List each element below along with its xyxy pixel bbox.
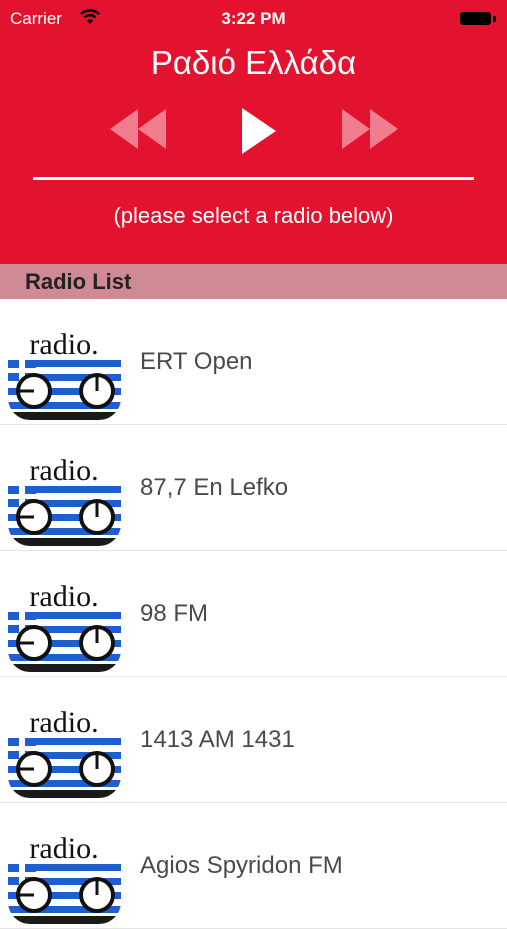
app-title: Ραδιό Ελλάδα: [150, 44, 357, 81]
rewind-icon[interactable]: [108, 106, 168, 152]
icon-text: radio.: [29, 454, 98, 487]
radio-app-icon: radio.: [8, 556, 121, 672]
radio-name: Agios Spyridon FM: [140, 852, 343, 879]
battery-icon: [460, 12, 491, 25]
progress-bar[interactable]: [33, 177, 474, 180]
list-item[interactable]: radio. 87,7 En Lefko: [0, 425, 507, 551]
list-item[interactable]: radio. 98 FM: [0, 551, 507, 677]
radio-name: 87,7 En Lefko: [140, 474, 289, 501]
list-item[interactable]: radio. Agios Spyridon FM: [0, 803, 507, 929]
icon-text: radio.: [29, 580, 98, 613]
battery-tip: [493, 16, 496, 22]
section-header: Radio List: [0, 264, 507, 299]
radio-name: 98 FM: [140, 600, 209, 627]
list-item[interactable]: radio. 1413 AM 1431: [0, 677, 507, 803]
section-title: Radio List: [25, 269, 132, 294]
icon-text: radio.: [29, 328, 98, 361]
player-header: Carrier 3:22 PM Ραδιό Ελλάδα (please sel…: [0, 0, 507, 264]
radio-list: radio. ERT Open radio. 87,7 En Lefko rad…: [0, 299, 507, 929]
status-bar: Carrier 3:22 PM: [0, 0, 507, 36]
fast-forward-icon[interactable]: [340, 106, 400, 152]
radio-app-icon: radio.: [8, 430, 121, 546]
clock: 3:22 PM: [221, 9, 286, 28]
radio-name: 1413 AM 1431: [140, 726, 295, 753]
list-item[interactable]: radio. ERT Open: [0, 299, 507, 425]
icon-text: radio.: [29, 706, 98, 739]
hint-text: (please select a radio below): [113, 203, 394, 228]
icon-text: radio.: [29, 832, 98, 865]
play-icon[interactable]: [238, 106, 278, 156]
radio-app-icon: radio.: [8, 682, 121, 798]
radio-name: ERT Open: [140, 348, 253, 375]
radio-app-icon: radio.: [8, 808, 121, 924]
radio-app-icon: radio.: [8, 304, 121, 420]
